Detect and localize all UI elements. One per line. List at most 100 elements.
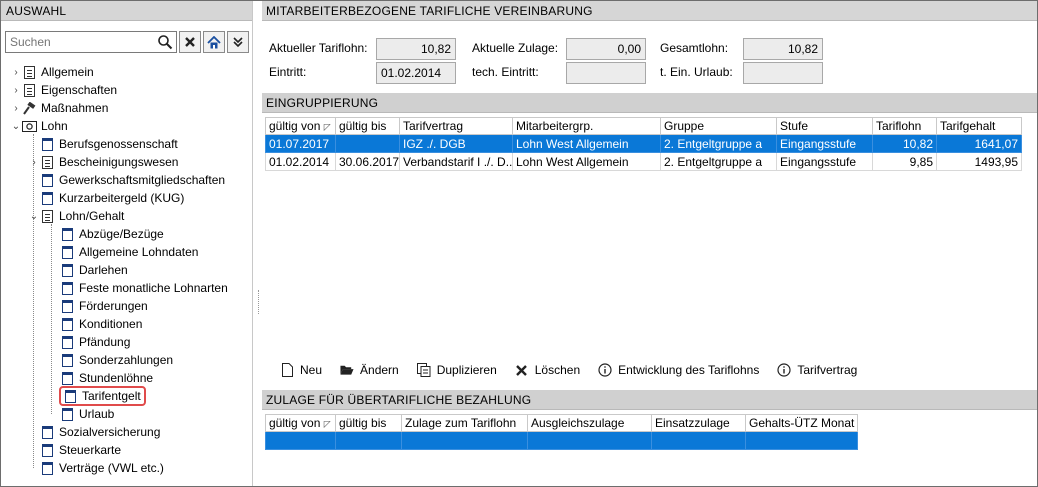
hammer-icon — [21, 101, 37, 115]
chevron-right-icon[interactable]: › — [11, 103, 21, 114]
column-header[interactable]: Stufe — [776, 117, 873, 135]
tarifvertrag-button[interactable]: Tarifvertrag — [777, 363, 857, 377]
selected-tree-item-highlight[interactable]: Tarifentgelt — [59, 386, 146, 406]
table-cell: 2. Entgeltgruppe a — [660, 152, 777, 171]
doc-icon — [39, 137, 55, 151]
eingruppierung-header: EINGRUPPIERUNG — [262, 93, 1037, 113]
tree-item-abzuege-bezuege[interactable]: Abzüge/Bezüge — [49, 225, 164, 243]
urlaub-label: t. Ein. Urlaub: — [660, 65, 733, 79]
entwicklung-tariflohn-button[interactable]: Entwicklung des Tariflohns — [598, 363, 759, 377]
tree-item-urlaub[interactable]: Urlaub — [49, 405, 114, 423]
doc-icon — [39, 191, 55, 205]
tree-item-feste-lohnarten[interactable]: Feste monatliche Lohnarten — [49, 279, 228, 297]
tree-item-vertraege[interactable]: Verträge (VWL etc.) — [29, 459, 164, 477]
search-input[interactable] — [6, 32, 156, 52]
tree-item-gewerkschaft[interactable]: Gewerkschaftsmitgliedschaften — [29, 171, 225, 189]
tree-item-label: Förderungen — [79, 299, 148, 313]
table-cell: 2. Entgeltgruppe a — [660, 134, 777, 153]
list-icon — [21, 83, 37, 97]
table-cell: Eingangsstufe — [776, 152, 873, 171]
neu-button[interactable]: Neu — [280, 363, 322, 377]
tree-item-konditionen[interactable]: Konditionen — [49, 315, 142, 333]
table-cell: 1493,95 — [936, 152, 1022, 171]
tree-item-allgemeine-lohndaten[interactable]: Allgemeine Lohndaten — [49, 243, 198, 261]
tree-item-label: Feste monatliche Lohnarten — [79, 281, 228, 295]
aendern-button[interactable]: Ändern — [340, 363, 399, 377]
duplizieren-button[interactable]: Duplizieren — [416, 363, 497, 377]
table-cell: 01.07.2017 — [265, 134, 336, 153]
column-header[interactable]: gültig von ◸ — [265, 117, 336, 135]
table-cell: 10,82 — [872, 134, 937, 153]
tree-item-steuerkarte[interactable]: Steuerkarte — [29, 441, 121, 459]
tree-item-label: Urlaub — [79, 407, 115, 421]
chevron-right-icon[interactable]: › — [11, 85, 21, 96]
tree-item-foerderungen[interactable]: Förderungen — [49, 297, 148, 315]
tree-item-label: Lohn — [41, 119, 68, 133]
tree-item-lohn[interactable]: ⌄ Lohn — [11, 117, 68, 135]
column-header[interactable]: Mitarbeitergrp. — [512, 117, 661, 135]
tree-item-stundenloehne[interactable]: Stundenlöhne — [49, 369, 153, 387]
column-header[interactable]: Gehalts-ÜTZ Monat — [745, 414, 858, 432]
eintritt-field: 01.02.2014 — [376, 62, 456, 84]
tree-item-massnahmen[interactable]: › Maßnahmen — [11, 99, 108, 117]
doc-icon — [62, 389, 78, 403]
panel-splitter[interactable] — [258, 290, 260, 314]
tree-item-label: Eigenschaften — [41, 83, 118, 97]
column-header[interactable]: Ausgleichszulage — [527, 414, 652, 432]
tree-item-pfaendung[interactable]: Pfändung — [49, 333, 130, 351]
tree-item-eigenschaften[interactable]: › Eigenschaften — [11, 81, 117, 99]
tree-item-berufsgenossenschaft[interactable]: Berufsgenossenschaft — [29, 135, 178, 153]
tree-item-sozialversicherung[interactable]: Sozialversicherung — [29, 423, 160, 441]
column-header[interactable]: gültig von ◸ — [265, 414, 336, 432]
chevron-down-icon[interactable]: ⌄ — [11, 121, 21, 132]
doc-icon — [59, 281, 75, 295]
column-header[interactable]: Tarifvertrag — [399, 117, 513, 135]
chevron-right-icon[interactable]: › — [11, 67, 21, 78]
column-header[interactable]: gültig bis — [335, 414, 402, 432]
table-row[interactable]: 01.07.2017 IGZ ./. DGB Lohn West Allgeme… — [265, 134, 1022, 153]
table-row[interactable]: 01.02.2014 30.06.2017 Verbandstarif I ./… — [265, 152, 1022, 171]
doc-icon — [59, 407, 75, 421]
home-icon — [207, 35, 221, 48]
tree-item-label: Verträge (VWL etc.) — [59, 461, 164, 475]
table-cell: Lohn West Allgemein — [512, 134, 661, 153]
tree-item-darlehen[interactable]: Darlehen — [49, 261, 128, 279]
doc-icon — [39, 425, 55, 439]
tree-item-label: Sonderzahlungen — [79, 353, 174, 367]
chevron-right-icon[interactable]: › — [29, 157, 39, 168]
entwicklung-label: Entwicklung des Tariflohns — [618, 363, 760, 377]
tree-item-label: Tarifentgelt — [82, 389, 141, 403]
table-cell: IGZ ./. DGB — [399, 134, 513, 153]
tree-item-label: Sozialversicherung — [59, 425, 161, 439]
column-header[interactable]: Tariflohn — [872, 117, 937, 135]
tree-item-lohn-gehalt[interactable]: ⌄ Lohn/Gehalt — [29, 207, 125, 225]
tree-item-bescheinigungswesen[interactable]: › Bescheinigungswesen — [29, 153, 178, 171]
column-header[interactable]: Tarifgehalt — [936, 117, 1022, 135]
tree-item-sonderzahlungen[interactable]: Sonderzahlungen — [49, 351, 173, 369]
collapse-all-button[interactable] — [227, 31, 249, 53]
home-button[interactable] — [203, 31, 225, 53]
tree-item-kurzarbeitergeld[interactable]: Kurzarbeitergeld (KUG) — [29, 189, 184, 207]
tree-item-tarifentgelt[interactable]: Tarifentgelt — [49, 386, 146, 406]
table-cell — [335, 134, 400, 153]
column-header[interactable]: gültig bis — [335, 117, 400, 135]
search-box[interactable] — [5, 31, 177, 53]
tarifvertrag-label: Tarifvertrag — [797, 363, 858, 377]
table-row[interactable] — [265, 431, 858, 450]
doc-icon — [59, 317, 75, 331]
main-panel: MITARBEITERBEZOGENE TARIFLICHE VEREINBAR… — [262, 1, 1037, 486]
doc-icon — [59, 353, 75, 367]
search-icon[interactable] — [157, 34, 173, 50]
table-cell: 9,85 — [872, 152, 937, 171]
loeschen-button[interactable]: Löschen — [515, 363, 580, 377]
clear-search-button[interactable] — [179, 31, 201, 53]
column-header[interactable]: Zulage zum Tariflohn — [401, 414, 528, 432]
table-cell: Lohn West Allgemein — [512, 152, 661, 171]
eintritt-label: Eintritt: — [269, 65, 307, 79]
column-header[interactable]: Einsatzzulage — [651, 414, 746, 432]
tree-item-allgemein[interactable]: › Allgemein — [11, 63, 93, 81]
column-header[interactable]: Gruppe — [660, 117, 777, 135]
table-cell — [265, 431, 336, 450]
aktuelle-zulage-field: 0,00 — [566, 38, 646, 60]
chevron-down-icon[interactable]: ⌄ — [29, 211, 39, 222]
